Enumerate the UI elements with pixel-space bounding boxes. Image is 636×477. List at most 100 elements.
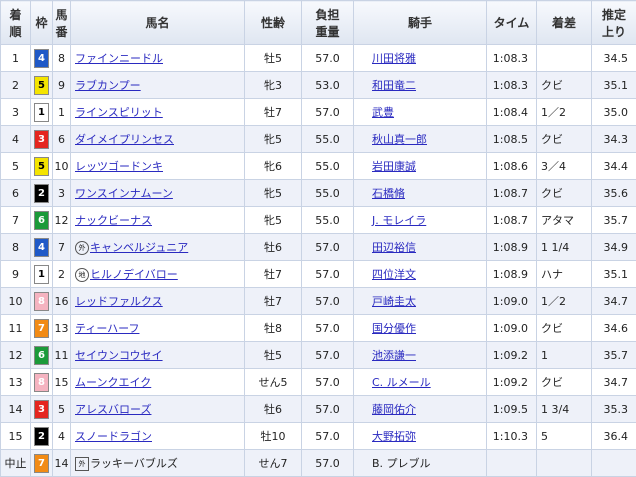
rank-cell: 11 — [1, 315, 31, 342]
race-results-table: 着順 枠 馬番 馬名 性齢 負担重量 騎手 タイム 着差 推定上り 1 4 8 … — [0, 0, 636, 477]
waku-cell: 2 — [31, 180, 53, 207]
jockey-name-link[interactable]: 秋山真一郎 — [372, 133, 427, 146]
umaban-cell: 2 — [53, 261, 71, 288]
horse-cell: 外ラッキーバブルズ — [71, 450, 245, 477]
jockey-name-link[interactable]: 岩田康誠 — [372, 160, 416, 173]
weight-cell: 57.0 — [302, 342, 354, 369]
umaban-cell: 1 — [53, 99, 71, 126]
jockey-name-link[interactable]: 大野拓弥 — [372, 430, 416, 443]
horse-name-link[interactable]: ラインスピリット — [75, 106, 163, 119]
table-row: 3 1 1 ラインスピリット 牡7 57.0 武豊 1:08.4 1／2 35.… — [1, 99, 636, 126]
jockey-name-link[interactable]: 戸崎圭太 — [372, 295, 416, 308]
last3f-cell: 36.4 — [592, 423, 636, 450]
horse-name-link[interactable]: ティーハーフ — [75, 322, 139, 335]
horse-cell: 外キャンベルジュニア — [71, 234, 245, 261]
time-cell: 1:09.2 — [487, 369, 537, 396]
rank-cell: 14 — [1, 396, 31, 423]
horse-name-link[interactable]: ワンスインナムーン — [75, 187, 173, 200]
time-cell: 1:10.3 — [487, 423, 537, 450]
weight-cell: 55.0 — [302, 126, 354, 153]
horse-name-link[interactable]: レッツゴードンキ — [75, 160, 163, 173]
margin-cell: クビ — [537, 369, 592, 396]
header-jockey: 騎手 — [354, 1, 487, 45]
sexage-cell: 牝5 — [245, 180, 302, 207]
umaban-cell: 13 — [53, 315, 71, 342]
umaban-cell: 3 — [53, 180, 71, 207]
waku-cell: 1 — [31, 99, 53, 126]
horse-name-link[interactable]: スノードラゴン — [75, 430, 152, 443]
jockey-cell: 国分優作 — [354, 315, 487, 342]
table-row: 1 4 8 ファインニードル 牡5 57.0 川田将雅 1:08.3 34.5 — [1, 45, 636, 72]
jockey-cell: 池添謙一 — [354, 342, 487, 369]
umaban-cell: 8 — [53, 45, 71, 72]
table-row: 13 8 15 ムーンクエイク せん5 57.0 C. ルメール 1:09.2 … — [1, 369, 636, 396]
jockey-name-link[interactable]: J. モレイラ — [372, 214, 426, 227]
rank-cell: 7 — [1, 207, 31, 234]
table-row: 11 7 13 ティーハーフ 牡8 57.0 国分優作 1:09.0 クビ 34… — [1, 315, 636, 342]
umaban-cell: 11 — [53, 342, 71, 369]
margin-cell: 1／2 — [537, 288, 592, 315]
waku-cell: 5 — [31, 72, 53, 99]
jockey-name-link[interactable]: 四位洋文 — [372, 268, 416, 281]
umaban-cell: 4 — [53, 423, 71, 450]
jockey-name-link[interactable]: 和田竜二 — [372, 79, 416, 92]
horse-name-link[interactable]: ムーンクエイク — [75, 376, 151, 389]
horse-cell: ラブカンプー — [71, 72, 245, 99]
jockey-cell: 藤岡佑介 — [354, 396, 487, 423]
waku-badge: 3 — [34, 400, 49, 419]
jockey-name-link: B. プレブル — [372, 457, 431, 470]
sexage-cell: 牝6 — [245, 153, 302, 180]
jockey-cell: B. プレブル — [354, 450, 487, 477]
horse-name-link[interactable]: ヒルノデイバロー — [90, 268, 178, 281]
table-row: 4 3 6 ダイメイプリンセス 牝5 55.0 秋山真一郎 1:08.5 クビ … — [1, 126, 636, 153]
horse-name-link[interactable]: アレスバローズ — [75, 403, 151, 416]
waku-cell: 4 — [31, 234, 53, 261]
horse-cell: スノードラゴン — [71, 423, 245, 450]
jockey-cell: 秋山真一郎 — [354, 126, 487, 153]
horse-name-link[interactable]: ダイメイプリンセス — [75, 133, 174, 146]
jockey-name-link[interactable]: C. ルメール — [372, 376, 431, 389]
jockey-name-link[interactable]: 池添謙一 — [372, 349, 416, 362]
weight-cell: 57.0 — [302, 423, 354, 450]
weight-cell: 53.0 — [302, 72, 354, 99]
horse-cell: 地ヒルノデイバロー — [71, 261, 245, 288]
umaban-cell: 7 — [53, 234, 71, 261]
table-row: 5 5 10 レッツゴードンキ 牝6 55.0 岩田康誠 1:08.6 3／4 … — [1, 153, 636, 180]
jockey-name-link[interactable]: 武豊 — [372, 106, 394, 119]
rank-cell: 8 — [1, 234, 31, 261]
horse-name-link[interactable]: ナックビーナス — [75, 214, 152, 227]
horse-name-link[interactable]: セイウンコウセイ — [75, 349, 163, 362]
jockey-name-link[interactable]: 川田将雅 — [372, 52, 416, 65]
time-cell: 1:09.0 — [487, 315, 537, 342]
horse-cell: ファインニードル — [71, 45, 245, 72]
waku-badge: 8 — [34, 373, 49, 392]
umaban-cell: 9 — [53, 72, 71, 99]
waku-cell: 2 — [31, 423, 53, 450]
horse-name-link[interactable]: キャンベルジュニア — [90, 241, 188, 254]
weight-cell: 57.0 — [302, 450, 354, 477]
horse-cell: ダイメイプリンセス — [71, 126, 245, 153]
waku-badge: 1 — [34, 103, 49, 122]
table-row: 14 3 5 アレスバローズ 牡6 57.0 藤岡佑介 1:09.5 1 3/4… — [1, 396, 636, 423]
jockey-name-link[interactable]: 藤岡佑介 — [372, 403, 416, 416]
jockey-cell: J. モレイラ — [354, 207, 487, 234]
weight-cell: 57.0 — [302, 288, 354, 315]
jockey-name-link[interactable]: 石橋脩 — [372, 187, 405, 200]
margin-cell: 1 — [537, 342, 592, 369]
sexage-cell: 牡10 — [245, 423, 302, 450]
margin-cell: 5 — [537, 423, 592, 450]
weight-cell: 57.0 — [302, 315, 354, 342]
horse-name-link[interactable]: ファインニードル — [75, 52, 163, 65]
weight-cell: 57.0 — [302, 369, 354, 396]
umaban-cell: 10 — [53, 153, 71, 180]
sexage-cell: 牡7 — [245, 288, 302, 315]
horse-name-link[interactable]: レッドファルクス — [75, 295, 163, 308]
last3f-cell: 34.4 — [592, 153, 636, 180]
weight-cell: 57.0 — [302, 261, 354, 288]
waku-badge: 7 — [34, 319, 49, 338]
horse-name-link[interactable]: ラブカンプー — [75, 79, 141, 92]
jockey-name-link[interactable]: 田辺裕信 — [372, 241, 416, 254]
jockey-name-link[interactable]: 国分優作 — [372, 322, 416, 335]
waku-badge: 5 — [34, 157, 49, 176]
margin-cell: 1／2 — [537, 99, 592, 126]
